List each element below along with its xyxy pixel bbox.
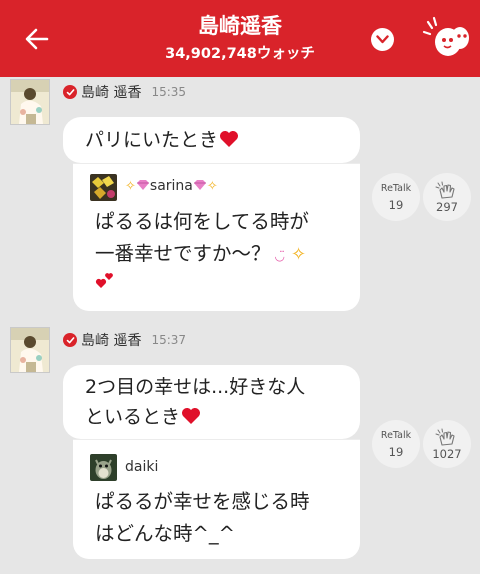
watch-face-icon bbox=[422, 16, 469, 56]
quote-card[interactable]: daiki ぱるるが幸せを感じる時 はどんな時^_^ bbox=[73, 439, 360, 559]
clap-button[interactable]: 1027 bbox=[423, 420, 471, 468]
avatar[interactable] bbox=[10, 327, 50, 373]
heart-icon bbox=[220, 131, 239, 147]
quote-line: ぱるるは何をしてる時が bbox=[95, 210, 309, 233]
quote-line: 一番幸せですか〜？ bbox=[95, 242, 271, 265]
retalk-button[interactable]: ReTalk 19 bbox=[372, 420, 420, 468]
sparkle-icon: ✧ bbox=[291, 244, 307, 265]
post-meta: 島崎 遥香 15:37 bbox=[63, 330, 186, 350]
post-time: 15:35 bbox=[151, 85, 187, 99]
heart-icon bbox=[182, 408, 201, 424]
retalk-count: 19 bbox=[388, 444, 404, 459]
post-time: 15:37 bbox=[151, 333, 187, 347]
clap-count: 1027 bbox=[432, 446, 462, 461]
verified-badge-icon bbox=[63, 85, 77, 99]
quote-line-row: 一番幸せですか〜？ ◡̈ ✧ bbox=[95, 238, 306, 272]
quote-author[interactable]: daiki bbox=[125, 459, 158, 475]
sparkle-icon: ✧ bbox=[206, 179, 218, 194]
verified-badge-icon bbox=[63, 333, 77, 347]
page-title: 島崎遥香 bbox=[198, 14, 282, 38]
retalk-label: ReTalk bbox=[380, 182, 412, 194]
gem-icon bbox=[136, 180, 149, 190]
heart-icon bbox=[95, 273, 113, 288]
watch-button[interactable] bbox=[420, 14, 474, 64]
message-bubble[interactable]: 2つ目の幸せは...好きな人 といるとき bbox=[63, 365, 360, 439]
message-text: パリにいたとき bbox=[85, 129, 219, 151]
quote-line: ぱるるが幸せを感じる時 bbox=[95, 490, 310, 513]
quote-card[interactable]: ✧ sarina ✧ ぱるるは何をしてる時が 一番幸せですか〜？ ◡̈ ✧ bbox=[73, 163, 360, 311]
dropdown-button[interactable] bbox=[371, 28, 394, 51]
clap-hands-icon bbox=[435, 181, 455, 199]
retalk-button[interactable]: ReTalk 19 bbox=[372, 173, 420, 221]
clap-count: 297 bbox=[436, 199, 458, 214]
app-header: 島崎遥香 34,902,748ウォッチ bbox=[0, 0, 480, 77]
author-name[interactable]: 島崎 遥香 bbox=[81, 82, 141, 102]
quote-avatar bbox=[90, 174, 117, 201]
clap-button[interactable]: 297 bbox=[423, 173, 471, 221]
quote-name-row: ✧ sarina ✧ bbox=[125, 178, 218, 194]
quote-author[interactable]: sarina bbox=[150, 178, 193, 194]
clap-hands-icon bbox=[435, 428, 455, 446]
avatar[interactable] bbox=[10, 79, 50, 125]
post-meta: 島崎 遥香 15:35 bbox=[63, 82, 186, 102]
gem-icon bbox=[193, 180, 206, 190]
author-name[interactable]: 島崎 遥香 bbox=[81, 330, 141, 350]
sparkle-icon: ✧ bbox=[125, 179, 136, 194]
message-bubble[interactable]: パリにいたとき bbox=[63, 117, 360, 163]
chevron-down-icon bbox=[376, 35, 389, 44]
quote-avatar bbox=[90, 454, 117, 481]
retalk-count: 19 bbox=[388, 197, 404, 212]
message-text: といるとき bbox=[85, 406, 181, 428]
watch-count: 34,902,748ウォッチ bbox=[165, 46, 315, 62]
quote-line: はどんな時^_^ bbox=[95, 522, 235, 545]
retalk-label: ReTalk bbox=[380, 429, 412, 441]
message-text: 2つ目の幸せは...好きな人 bbox=[85, 376, 306, 398]
smile-icon: ◡̈ bbox=[274, 249, 285, 263]
